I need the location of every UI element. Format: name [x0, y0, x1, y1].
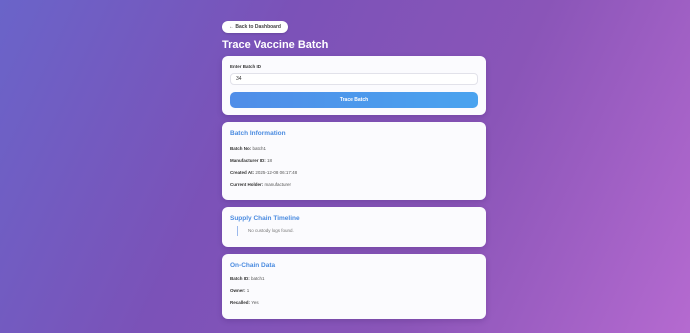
- batch-no-label: Batch No:: [230, 146, 253, 151]
- page-title: Trace Vaccine Batch: [222, 39, 329, 51]
- batch-id-input[interactable]: [230, 73, 478, 85]
- recalled-label: Recalled:: [230, 300, 252, 305]
- manufacturer-id-field: Manufacturer ID: 18: [230, 158, 272, 163]
- batch-information-card: Batch Information Batch No: batch1 Manuf…: [222, 122, 486, 200]
- batch-no-value: batch1: [252, 146, 267, 151]
- supply-chain-timeline-title: Supply Chain Timeline: [230, 215, 300, 222]
- back-to-dashboard-button[interactable]: ← Back to Dashboard: [222, 21, 288, 33]
- trace-batch-button[interactable]: Trace Batch: [230, 92, 478, 108]
- current-holder-field: Current Holder: manufacturer: [230, 182, 291, 187]
- manufacturer-id-label: Manufacturer ID:: [230, 158, 268, 163]
- owner-value: 1: [246, 288, 250, 293]
- batch-no-field: Batch No: batch1: [230, 146, 266, 151]
- on-chain-data-title: On-Chain Data: [230, 262, 276, 269]
- current-holder-value: manufacturer: [264, 182, 292, 187]
- supply-chain-timeline-card: Supply Chain Timeline No custody logs fo…: [222, 207, 486, 247]
- batch-information-title: Batch Information: [230, 130, 286, 137]
- recalled-value: Yes: [251, 300, 259, 305]
- timeline-empty-message: No custody logs found.: [248, 228, 294, 233]
- batch-search-card: Enter Batch ID Trace Batch: [222, 56, 486, 115]
- created-at-label: Created At:: [230, 170, 256, 175]
- on-chain-data-card: On-Chain Data Batch ID: batch1 Owner: 1 …: [222, 254, 486, 319]
- chain-batch-id-value: batch1: [251, 276, 265, 281]
- chain-batch-id-label: Batch ID:: [230, 276, 252, 281]
- owner-field: Owner: 1: [230, 288, 249, 293]
- timeline-line: [237, 226, 238, 236]
- manufacturer-id-value: 18: [267, 158, 273, 163]
- current-holder-label: Current Holder:: [230, 182, 265, 187]
- created-at-value: 2025-12-08 06:17:48: [255, 170, 298, 175]
- batch-id-label: Enter Batch ID: [230, 64, 262, 69]
- recalled-field: Recalled: Yes: [230, 300, 259, 305]
- created-at-field: Created At: 2025-12-08 06:17:48: [230, 170, 297, 175]
- owner-label: Owner:: [230, 288, 247, 293]
- chain-batch-id-field: Batch ID: batch1: [230, 276, 265, 281]
